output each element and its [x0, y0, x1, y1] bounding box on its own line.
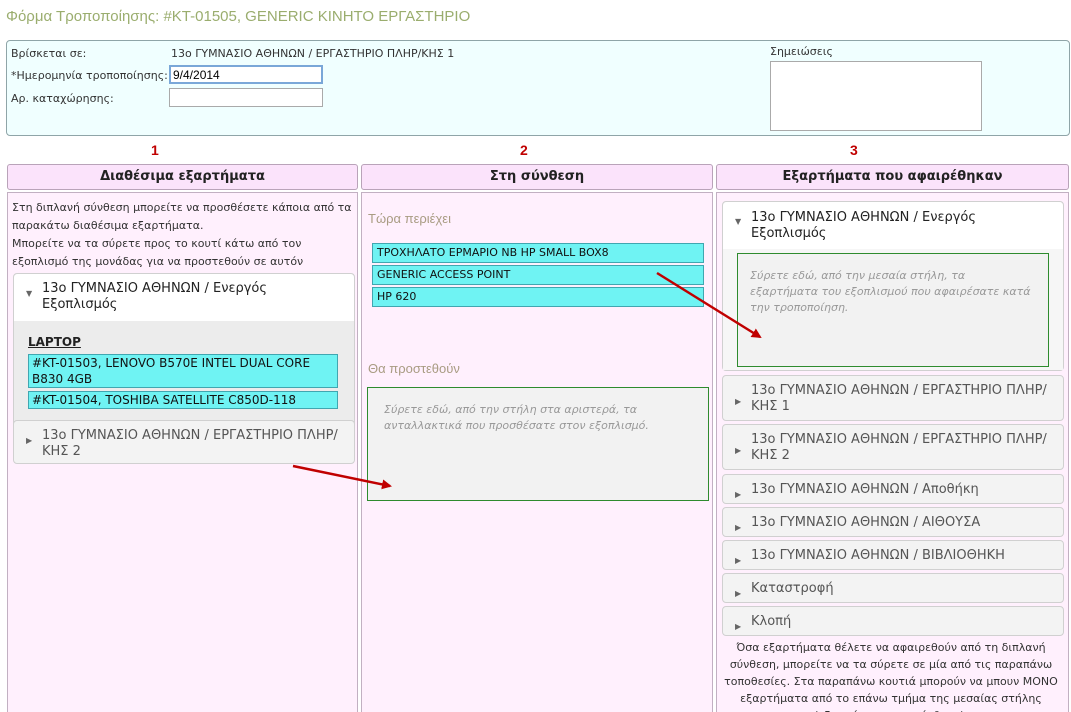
available-help-text: Στη διπλανή σύνθεση μπορείτε να προσθέσε… — [12, 199, 352, 271]
composition-item-cabinet[interactable]: ΤΡΟΧΗΛΑΤΟ ΕΡΜΑΡΙΟ NB HP SMALL BOX8 — [372, 243, 704, 263]
column-number-2: 2 — [520, 142, 528, 158]
column-number-3: 3 — [850, 142, 858, 158]
location-accordion-lab-2[interactable]: ▶ 13ο ΓΥΜΝΑΣΙΟ ΑΘΗΝΩΝ / ΕΡΓΑΣΤΗΡΙΟ ΠΛΗΡ/… — [722, 424, 1064, 470]
location-header[interactable]: ▶ 13ο ΓΥΜΝΑΣΙΟ ΑΘΗΝΩΝ / ΕΡΓΑΣΤΗΡΙΟ ΠΛΗΡ/… — [723, 376, 1063, 421]
removed-parts-column: ▼ 13ο ΓΥΜΝΑΣΙΟ ΑΘΗΝΩΝ / Ενεργός Εξοπλισμ… — [716, 192, 1069, 712]
accordion-header-removed-active[interactable]: ▼ 13ο ΓΥΜΝΑΣΙΟ ΑΘΗΝΩΝ / Ενεργός Εξοπλισμ… — [723, 202, 1063, 249]
composition-item-access-point[interactable]: GENERIC ACCESS POINT — [372, 265, 704, 285]
reg-number-input[interactable] — [169, 88, 323, 107]
triangle-right-icon: ▶ — [735, 446, 742, 455]
triangle-right-icon: ▶ — [735, 589, 742, 598]
removed-help-text: Όσα εξαρτήματα θέλετε να αφαιρεθούν από … — [724, 641, 1058, 712]
triangle-right-icon: ▶ — [735, 556, 742, 565]
location-header[interactable]: ▶ Καταστροφή — [723, 574, 1063, 603]
accordion-title: 13ο ΓΥΜΝΑΣΙΟ ΑΘΗΝΩΝ / ΕΡΓΑΣΤΗΡΙΟ ΠΛΗΡ/ΚΗ… — [42, 428, 338, 459]
accordion-removed-active-equipment: ▼ 13ο ΓΥΜΝΑΣΙΟ ΑΘΗΝΩΝ / Ενεργός Εξοπλισμ… — [722, 201, 1064, 371]
triangle-down-icon: ▼ — [26, 289, 33, 298]
info-panel: Βρίσκεται σε: 13ο ΓΥΜΝΑΣΙΟ ΑΘΗΝΩΝ / ΕΡΓΑ… — [6, 40, 1070, 136]
notes-label: Σημειώσεις — [770, 45, 833, 58]
accordion-header-lab-2[interactable]: ▶ 13ο ΓΥΜΝΑΣΙΟ ΑΘΗΝΩΝ / ΕΡΓΑΣΤΗΡΙΟ ΠΛΗΡ/… — [14, 421, 354, 466]
available-parts-column: Στη διπλανή σύνθεση μπορείτε να προσθέσε… — [7, 192, 358, 712]
composition-column: Τώρα περιέχει ΤΡΟΧΗΛΑΤΟ ΕΡΜΑΡΙΟ NB HP SM… — [361, 192, 713, 712]
location-header[interactable]: ▶ 13ο ΓΥΜΝΑΣΙΟ ΑΘΗΝΩΝ / ΕΡΓΑΣΤΗΡΙΟ ΠΛΗΡ/… — [723, 425, 1063, 470]
reg-label: Αρ. καταχώρησης: — [11, 92, 114, 105]
location-header[interactable]: ▶ 13ο ΓΥΜΝΑΣΙΟ ΑΘΗΝΩΝ / Αποθήκη — [723, 475, 1063, 504]
location-accordion-storage[interactable]: ▶ 13ο ΓΥΜΝΑΣΙΟ ΑΘΗΝΩΝ / Αποθήκη — [722, 474, 1064, 504]
date-input[interactable] — [169, 65, 323, 84]
help-line-1: Στη διπλανή σύνθεση μπορείτε να προσθέσε… — [12, 201, 352, 232]
accordion-title: 13ο ΓΥΜΝΑΣΙΟ ΑΘΗΝΩΝ / Ενεργός Εξοπλισμός — [42, 281, 268, 312]
triangle-right-icon: ▶ — [26, 436, 33, 445]
location-accordion-theft[interactable]: ▶ Κλοπή — [722, 606, 1064, 636]
removed-parts-header: Εξαρτήματα που αφαιρέθηκαν — [716, 164, 1069, 190]
page-title: Φόρμα Τροποποίησης: #KT-01505, GENERIC Κ… — [6, 8, 471, 25]
location-title: 13ο ΓΥΜΝΑΣΙΟ ΑΘΗΝΩΝ / Αποθήκη — [751, 482, 979, 497]
accordion-title: 13ο ΓΥΜΝΑΣΙΟ ΑΘΗΝΩΝ / Ενεργός Εξοπλισμός — [751, 210, 977, 241]
add-drop-zone[interactable]: Σύρετε εδώ, από την στήλη στα αριστερά, … — [367, 387, 709, 501]
location-accordion-destruction[interactable]: ▶ Καταστροφή — [722, 573, 1064, 603]
remove-drop-zone[interactable]: Σύρετε εδώ, από την μεσαία στήλη, τα εξα… — [737, 253, 1049, 367]
triangle-right-icon: ▶ — [735, 490, 742, 499]
location-title: Καταστροφή — [751, 581, 834, 596]
to-add-label: Θα προστεθούν — [368, 361, 460, 376]
location-header[interactable]: ▶ 13ο ΓΥΜΝΑΣΙΟ ΑΘΗΝΩΝ / ΑΙΘΟΥΣΑ — [723, 508, 1063, 537]
part-item-toshiba[interactable]: #KT-01504, TOSHIBA SATELLITE C850D-118 — [28, 391, 338, 409]
location-label: Βρίσκεται σε: — [11, 47, 87, 60]
column-number-1: 1 — [151, 142, 159, 158]
triangle-down-icon: ▼ — [735, 217, 742, 226]
triangle-right-icon: ▶ — [735, 397, 742, 406]
notes-textarea[interactable] — [770, 61, 982, 131]
location-header[interactable]: ▶ 13ο ΓΥΜΝΑΣΙΟ ΑΘΗΝΩΝ / ΒΙΒΛΙΟΘΗΚΗ — [723, 541, 1063, 570]
composition-item-hp620[interactable]: HP 620 — [372, 287, 704, 307]
location-title: 13ο ΓΥΜΝΑΣΙΟ ΑΘΗΝΩΝ / ΑΙΘΟΥΣΑ — [751, 515, 981, 530]
category-label-laptop: LAPTOP — [28, 335, 81, 349]
location-accordion-library[interactable]: ▶ 13ο ΓΥΜΝΑΣΙΟ ΑΘΗΝΩΝ / ΒΙΒΛΙΟΘΗΚΗ — [722, 540, 1064, 570]
accordion-header-active-equipment[interactable]: ▼ 13ο ΓΥΜΝΑΣΙΟ ΑΘΗΝΩΝ / Ενεργός Εξοπλισμ… — [14, 274, 354, 321]
location-accordion-hall[interactable]: ▶ 13ο ΓΥΜΝΑΣΙΟ ΑΘΗΝΩΝ / ΑΙΘΟΥΣΑ — [722, 507, 1064, 537]
help-line-2: Μπορείτε να τα σύρετε προς το κουτί κάτω… — [12, 237, 304, 268]
available-parts-header: Διαθέσιμα εξαρτήματα — [7, 164, 358, 190]
composition-header: Στη σύνθεση — [361, 164, 713, 190]
accordion-lab-2[interactable]: ▶ 13ο ΓΥΜΝΑΣΙΟ ΑΘΗΝΩΝ / ΕΡΓΑΣΤΗΡΙΟ ΠΛΗΡ/… — [13, 420, 355, 464]
location-title: 13ο ΓΥΜΝΑΣΙΟ ΑΘΗΝΩΝ / ΕΡΓΑΣΤΗΡΙΟ ΠΛΗΡ/ΚΗ… — [751, 383, 1047, 414]
location-accordion-lab-1[interactable]: ▶ 13ο ΓΥΜΝΑΣΙΟ ΑΘΗΝΩΝ / ΕΡΓΑΣΤΗΡΙΟ ΠΛΗΡ/… — [722, 375, 1064, 421]
location-title: 13ο ΓΥΜΝΑΣΙΟ ΑΘΗΝΩΝ / ΕΡΓΑΣΤΗΡΙΟ ΠΛΗΡ/ΚΗ… — [751, 432, 1047, 463]
part-item-lenovo[interactable]: #KT-01503, LENOVO B570E INTEL DUAL CORE … — [28, 354, 338, 388]
triangle-right-icon: ▶ — [735, 622, 742, 631]
contains-label: Τώρα περιέχει — [368, 211, 451, 226]
triangle-right-icon: ▶ — [735, 523, 742, 532]
location-title: 13ο ΓΥΜΝΑΣΙΟ ΑΘΗΝΩΝ / ΒΙΒΛΙΟΘΗΚΗ — [751, 548, 1005, 563]
location-value: 13ο ΓΥΜΝΑΣΙΟ ΑΘΗΝΩΝ / ΕΡΓΑΣΤΗΡΙΟ ΠΛΗΡ/ΚΗ… — [171, 47, 455, 60]
accordion-content: Σύρετε εδώ, από την μεσαία στήλη, τα εξα… — [723, 249, 1063, 370]
date-label: *Ημερομηνία τροποποίησης: — [11, 69, 168, 82]
location-title: Κλοπή — [751, 614, 792, 629]
location-header[interactable]: ▶ Κλοπή — [723, 607, 1063, 636]
